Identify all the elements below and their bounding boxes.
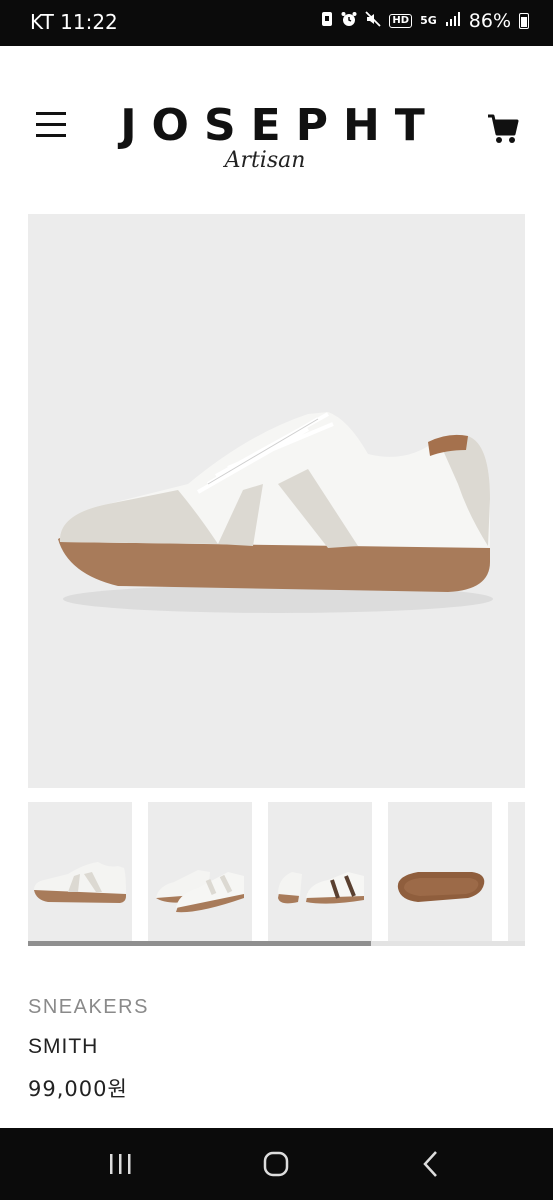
thumbnail-3[interactable] xyxy=(268,802,372,944)
mute-icon xyxy=(365,11,382,31)
back-icon[interactable] xyxy=(410,1146,450,1182)
menu-icon[interactable] xyxy=(36,112,66,138)
gallery-scrollbar-thumb[interactable] xyxy=(28,941,371,946)
cart-icon[interactable] xyxy=(486,112,522,148)
thumbnail-gallery[interactable] xyxy=(28,802,525,944)
system-nav-bar xyxy=(0,1128,553,1200)
gallery-scrollbar[interactable] xyxy=(28,941,525,946)
thumbnail-2[interactable] xyxy=(148,802,252,944)
carrier-time: KT 11:22 xyxy=(30,10,118,34)
5g-icon: 5G xyxy=(420,14,437,27)
product-main-image[interactable] xyxy=(28,214,525,788)
status-bar: KT 11:22 HD 5G 86% xyxy=(0,0,553,46)
status-icons: HD 5G 86% xyxy=(321,10,529,32)
product-price: 99,000원 xyxy=(28,1077,128,1101)
brand-subtitle: Artisan xyxy=(224,148,306,173)
battery-percent: 86% xyxy=(468,10,511,32)
brand-logo[interactable]: JOSEPHT Artisan xyxy=(120,100,440,174)
thumbnail-5[interactable] xyxy=(508,802,525,944)
product-name: SMITH xyxy=(28,1035,99,1058)
box-icon xyxy=(321,11,333,31)
home-icon[interactable] xyxy=(256,1146,296,1182)
thumbnail-4[interactable] xyxy=(388,802,492,944)
product-category: SNEAKERS xyxy=(28,996,149,1018)
site-header: JOSEPHT Artisan xyxy=(0,46,553,206)
brand-name: JOSEPHT xyxy=(120,100,440,151)
battery-icon xyxy=(519,13,529,29)
alarm-icon xyxy=(341,11,357,31)
signal-icon xyxy=(445,11,461,31)
hd-icon: HD xyxy=(389,14,413,28)
recent-apps-icon[interactable] xyxy=(100,1146,140,1182)
thumbnail-1[interactable] xyxy=(28,802,132,944)
